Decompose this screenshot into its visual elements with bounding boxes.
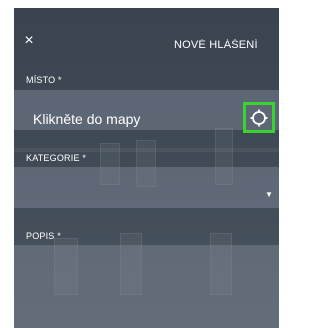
description-textarea[interactable] [14,245,279,328]
place-value: Klikněte do mapy [33,111,141,127]
dropdown-arrow-icon: ▼ [265,190,273,199]
category-label: KATEGORIE * [26,153,87,163]
description-label: POPIS * [26,231,61,241]
locate-button[interactable] [243,102,275,133]
place-label: MÍSTO * [26,75,62,85]
panel-title: NOVÉ HLÁŠENÍ [174,39,258,51]
category-select[interactable] [14,167,279,208]
new-report-panel: × NOVÉ HLÁŠENÍ MÍSTO * Klikněte do mapy … [14,8,279,328]
close-button[interactable]: × [22,33,36,49]
crosshair-icon [250,109,268,126]
